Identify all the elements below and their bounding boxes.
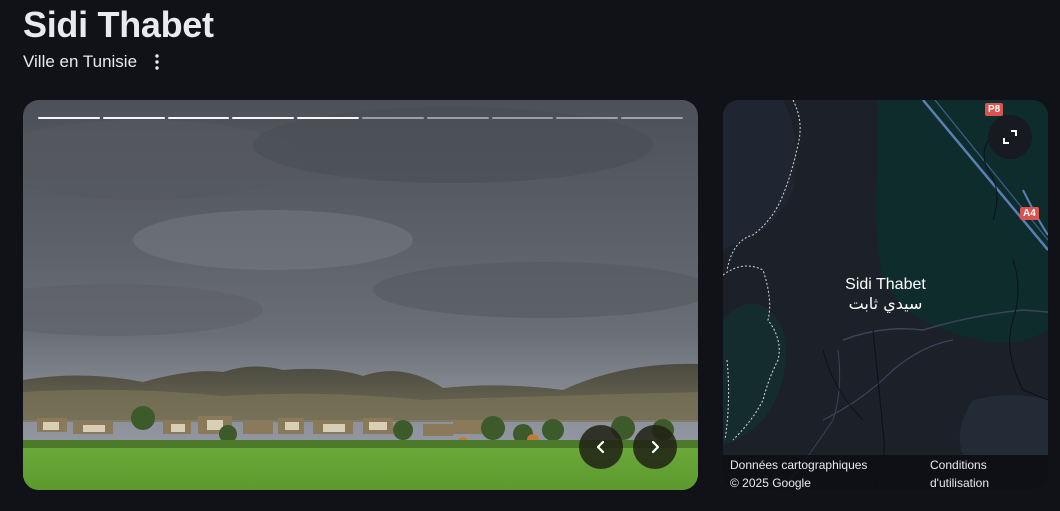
subtitle-row: Ville en Tunisie [23,52,167,72]
chevron-left-icon [596,440,605,454]
terms-line-2: d'utilisation [930,476,989,490]
progress-segment [621,117,683,119]
previous-photo-button[interactable] [579,425,623,469]
page-title: Sidi Thabet [23,4,214,45]
terms-line-1: Conditions [930,458,987,472]
expand-map-button[interactable] [988,115,1032,159]
road-label-a4: A4 [1020,207,1039,220]
fullscreen-icon [1003,130,1017,144]
map-preview[interactable]: P8 A4 Sidi Thabet سيدي ثابت Données cart… [723,100,1048,490]
map-place-name: Sidi Thabet [845,276,926,293]
progress-segment [232,117,295,119]
terms-of-use-link[interactable]: Conditions d'utilisation [930,456,1040,490]
road-label-p8: P8 [985,103,1004,116]
progress-segment [361,117,424,119]
progress-segment [426,117,489,119]
progress-segment [167,117,230,119]
progress-segment [102,117,165,119]
chevron-right-icon [651,440,660,454]
progress-segment [297,117,359,119]
progress-segment [38,117,100,119]
progress-segment [491,117,554,119]
progress-segment [556,117,619,119]
map-place-name-arabic: سيدي ثابت [848,294,923,313]
more-vert-icon [155,54,159,70]
place-category: Ville en Tunisie [23,52,138,71]
next-photo-button[interactable] [633,425,677,469]
map-footer: Données cartographiques © 2025 Google Co… [723,455,1048,490]
attribution-line-1: Données cartographiques [730,458,868,472]
map-attribution: Données cartographiques © 2025 Google [730,456,920,490]
photo-progress-indicator [38,117,683,119]
photo-carousel[interactable] [23,100,698,490]
attribution-line-2: © 2025 Google [730,476,811,490]
more-options-button[interactable] [147,52,167,72]
